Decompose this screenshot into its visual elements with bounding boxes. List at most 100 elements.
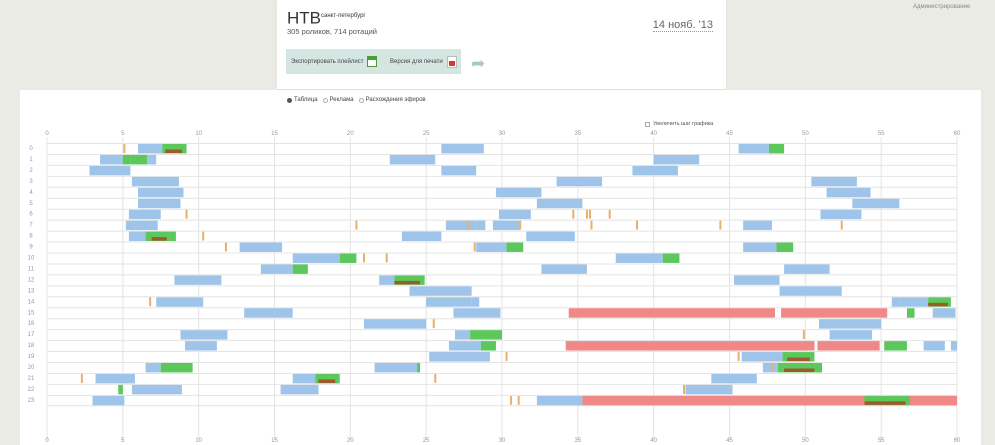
gantt-bar-blue[interactable] (174, 275, 222, 285)
gantt-bar-blue[interactable] (292, 373, 316, 384)
gantt-bar-blue[interactable] (471, 297, 480, 307)
gantt-bar-blue[interactable] (156, 297, 204, 307)
gantt-bar-blue[interactable] (389, 154, 436, 165)
gantt-bar-blue[interactable] (784, 264, 830, 274)
gantt-bar-blue[interactable] (829, 330, 873, 340)
gantt-bar-blue[interactable] (292, 253, 340, 263)
gantt-bar-blue[interactable] (891, 297, 901, 307)
gantt-bar-blue[interactable] (741, 352, 783, 362)
gantt-bar-blue[interactable] (95, 373, 135, 384)
gantt-bar-red[interactable] (781, 308, 888, 318)
export-playlist-button[interactable]: Экспортировать плейлист (291, 49, 378, 74)
gantt-bar-blue[interactable] (526, 231, 575, 242)
gantt-bar-blue[interactable] (426, 297, 472, 307)
gantt-bar-blue[interactable] (128, 231, 146, 242)
gantt-bar-blue[interactable] (363, 319, 427, 329)
gantt-bar-green[interactable] (662, 253, 680, 263)
gantt-bar-blue[interactable] (454, 330, 471, 340)
gantt-bar-red[interactable] (817, 341, 880, 351)
gantt-bar-green[interactable] (292, 264, 308, 274)
gantt-bar-blue[interactable] (92, 395, 125, 406)
gantt-bar-blue[interactable] (711, 373, 757, 384)
gantt-bar-blue[interactable] (492, 220, 521, 231)
gantt-bar-blue[interactable] (244, 308, 293, 318)
gantt-bar-blue[interactable] (429, 352, 490, 362)
gantt-bar-blue[interactable] (932, 308, 956, 318)
gantt-bar-blue[interactable] (453, 308, 501, 318)
gantt-bar-blue[interactable] (738, 144, 769, 154)
gantt-bar-blue[interactable] (495, 187, 542, 198)
admin-link[interactable]: Администрирование (913, 4, 970, 10)
gantt-bar-green[interactable] (130, 154, 148, 165)
gantt-bar-blue[interactable] (280, 384, 319, 395)
gantt-bar-brown[interactable] (394, 280, 421, 285)
gantt-bar-blue[interactable] (779, 286, 842, 296)
gantt-bar-blue[interactable] (536, 395, 583, 406)
gantt-bar-blue[interactable] (131, 176, 179, 187)
gantt-bar-blue[interactable] (125, 220, 158, 231)
gantt-bar-brown[interactable] (318, 379, 336, 383)
print-version-button[interactable]: Версия для печати (390, 49, 457, 74)
gantt-bar-blue[interactable] (556, 176, 603, 187)
gantt-bar-blue[interactable] (89, 165, 131, 176)
gantt-bar-green[interactable] (906, 308, 915, 318)
gantt-bar-green[interactable] (480, 341, 496, 351)
gantt-bar-brown[interactable] (864, 401, 906, 405)
gantt-bar-blue[interactable] (923, 341, 945, 351)
gantt-bar-green[interactable] (506, 242, 524, 252)
gantt-bar-blue[interactable] (900, 297, 929, 307)
gantt-bar-blue[interactable] (743, 220, 772, 231)
gantt-bar-blue[interactable] (409, 286, 472, 296)
gantt-bar-blue[interactable] (762, 363, 779, 373)
date-selector[interactable]: 14 нояб. '13 (652, 19, 713, 32)
gantt-bar-blue[interactable] (128, 209, 161, 220)
gantt-bar-green[interactable] (160, 363, 193, 373)
gantt-bar-blue[interactable] (379, 275, 395, 285)
gantt-bar-blue[interactable] (685, 384, 733, 395)
gantt-bar-red[interactable] (565, 341, 815, 351)
gantt-bar-red[interactable] (909, 395, 957, 406)
gantt-bar-blue[interactable] (100, 154, 123, 165)
gantt-bar-blue[interactable] (401, 231, 442, 242)
gantt-bar-green[interactable] (884, 341, 907, 351)
gantt-bar-brown[interactable] (787, 357, 810, 362)
gantt-bar-blue[interactable] (138, 198, 181, 209)
gantt-bar-blue[interactable] (852, 198, 900, 209)
gantt-bar-blue[interactable] (536, 198, 583, 209)
gantt-bar-blue[interactable] (820, 209, 862, 220)
gantt-bar-blue[interactable] (498, 209, 531, 220)
gantt-bar-blue[interactable] (180, 330, 228, 340)
gantt-bar-brown[interactable] (151, 237, 167, 241)
gantt-bar-blue[interactable] (826, 187, 871, 198)
gantt-bar-green[interactable] (339, 253, 357, 263)
gantt-bar-green[interactable] (122, 154, 131, 165)
gantt-bar-blue[interactable] (950, 341, 957, 351)
gantt-bar-blue[interactable] (441, 165, 477, 176)
gantt-bar-blue[interactable] (131, 384, 182, 395)
gantt-bar-blue[interactable] (476, 242, 507, 252)
gantt-bar-blue[interactable] (743, 242, 777, 252)
gantt-bar-green[interactable] (470, 330, 502, 340)
gantt-bar-blue[interactable] (818, 319, 882, 329)
gantt-bar-blue[interactable] (632, 165, 678, 176)
gantt-bar-red[interactable] (568, 308, 775, 318)
refresh-icon[interactable]: ➦ (471, 55, 485, 72)
gantt-bar-brown[interactable] (784, 368, 815, 373)
gantt-bar-green[interactable] (118, 384, 123, 395)
gantt-bar-blue[interactable] (476, 220, 486, 231)
gantt-bar-green[interactable] (776, 242, 794, 252)
gantt-bar-blue[interactable] (441, 144, 484, 154)
gantt-bar-green[interactable] (417, 363, 421, 373)
gantt-bar-blue[interactable] (541, 264, 587, 274)
gantt-bar-blue[interactable] (138, 144, 163, 154)
gantt-bar-blue[interactable] (138, 187, 184, 198)
gantt-bar-brown[interactable] (928, 302, 948, 307)
gantt-bar-blue[interactable] (147, 154, 157, 165)
gantt-bar-blue[interactable] (734, 275, 780, 285)
gantt-bar-blue[interactable] (653, 154, 700, 165)
gantt-bar-brown[interactable] (165, 149, 182, 154)
gantt-bar-blue[interactable] (374, 363, 418, 373)
gantt-bar-blue[interactable] (448, 341, 481, 351)
gantt-bar-blue[interactable] (145, 363, 161, 373)
gantt-bar-blue[interactable] (260, 264, 293, 274)
